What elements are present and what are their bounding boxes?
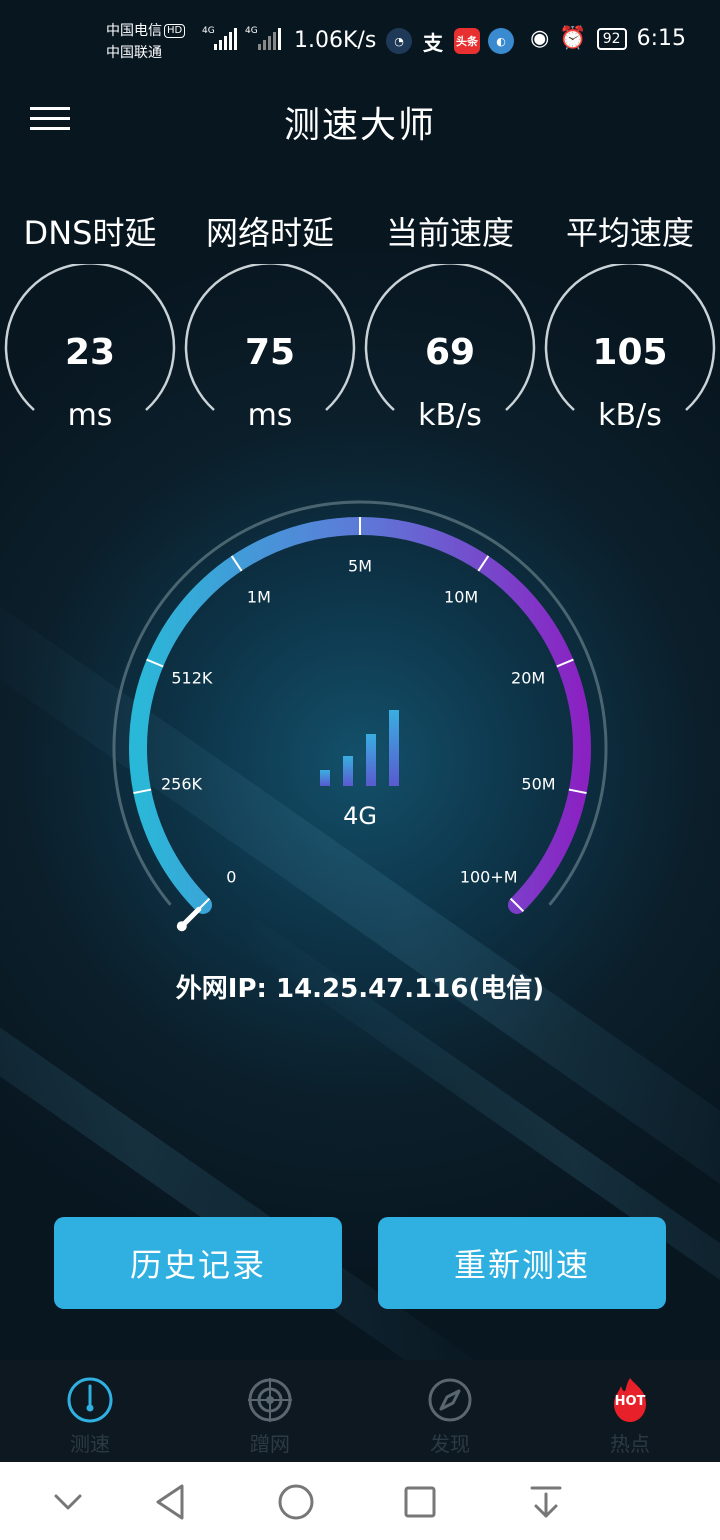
- network-speed: 1.06K/s: [294, 28, 377, 53]
- nav-label-speedtest: 测速: [70, 1432, 110, 1456]
- speedometer-icon: [67, 1377, 113, 1423]
- stat-value: 105: [592, 332, 668, 373]
- speed-gauge: 0 256K 512K 1M 5M 10M 20M 50M 100+M 4G: [0, 480, 720, 940]
- app-gauge-icon: ◔: [386, 28, 412, 54]
- nav-label-hotspot: 热点: [610, 1432, 650, 1456]
- chevron-down-icon[interactable]: [44, 1478, 92, 1526]
- hd-badge: HD: [164, 24, 186, 38]
- compass-icon: [428, 1378, 472, 1422]
- carrier-2: 中国联通: [106, 45, 162, 61]
- gauge-tick-label: 50M: [521, 774, 556, 793]
- external-ip: 外网IP: 14.25.47.116(电信): [175, 974, 545, 1004]
- stat-unit: kB/s: [418, 398, 482, 433]
- hot-badge: HOT: [614, 1394, 646, 1409]
- gauge-tick-label: 1M: [246, 587, 271, 607]
- gauge-tick-label: 100+M: [459, 867, 518, 887]
- eye-icon: ◉: [530, 26, 550, 51]
- stat-value: 75: [244, 332, 296, 373]
- gauge-tick-label: 512K: [171, 668, 213, 688]
- nav-item-hotspot[interactable]: HOT 热点: [570, 1360, 690, 1462]
- system-nav-bar: [0, 1462, 720, 1540]
- crosshair-icon: [248, 1378, 292, 1422]
- battery-indicator: 92: [596, 27, 627, 50]
- gauge-needle-hub: [176, 921, 187, 932]
- signal-bars-icon: [320, 710, 399, 786]
- stat-unit: kB/s: [598, 398, 662, 433]
- gauge-tick-label: 256K: [160, 774, 202, 793]
- history-button[interactable]: 历史记录: [54, 1217, 342, 1309]
- stat-2: 当前速度 69 kB/s: [360, 208, 540, 433]
- back-icon[interactable]: [148, 1478, 196, 1526]
- network-type-label: 4G: [343, 802, 377, 830]
- stat-label: 平均速度: [565, 214, 694, 252]
- notification-icons: ◔ 支 头条 ◐: [386, 28, 514, 55]
- stat-3: 平均速度 105 kB/s: [540, 208, 720, 433]
- bottom-nav: 测速 蹭网 发现 HOT 热点: [0, 1360, 720, 1462]
- stat-label: DNS时延: [23, 214, 157, 252]
- nav-label-discover: 发现: [430, 1432, 470, 1456]
- browser-icon: ◐: [488, 28, 514, 54]
- alarm-icon: ⏰: [559, 26, 587, 51]
- network-type-1: 4G: [202, 26, 215, 36]
- gauge-tick-label: 10M: [444, 587, 479, 607]
- stat-0: DNS时延 23 ms: [0, 208, 180, 433]
- stat-value: 23: [64, 332, 116, 373]
- retest-button[interactable]: 重新测速: [378, 1217, 666, 1309]
- nav-label-wifi: 蹭网: [250, 1432, 290, 1456]
- gauge-tick-label: 20M: [511, 668, 546, 688]
- network-type-2: 4G: [245, 26, 258, 36]
- nav-item-speedtest[interactable]: 测速: [30, 1360, 150, 1462]
- signal-2-icon: [258, 28, 281, 50]
- stat-value: 69: [424, 332, 476, 373]
- status-bar: 中国电信 HD 中国联通 4G 4G 1.06K/s ◔ 支 头条 ◐ ◉ ⏰ 9…: [0, 0, 720, 84]
- page-title: 测速大师: [283, 105, 436, 146]
- nav-item-wifi[interactable]: 蹭网: [210, 1360, 330, 1462]
- alipay-icon: 支: [423, 30, 443, 55]
- carrier-info: 中国电信 HD 中国联通: [106, 20, 186, 64]
- clock: 6:15: [636, 26, 686, 51]
- nav-item-discover[interactable]: 发现: [390, 1360, 510, 1462]
- notification-pulldown-icon[interactable]: [522, 1478, 570, 1526]
- recents-icon[interactable]: [396, 1478, 444, 1526]
- gauge-tick-label: 5M: [348, 556, 372, 576]
- gauge-tick-label: 0: [226, 867, 237, 887]
- carrier-1: 中国电信: [106, 23, 162, 39]
- stat-label: 网络时延: [205, 214, 334, 252]
- stat-label: 当前速度: [385, 214, 514, 252]
- stat-unit: ms: [247, 398, 293, 433]
- signal-1-icon: [214, 28, 237, 50]
- stat-1: 网络时延 75 ms: [180, 208, 360, 433]
- toutiao-icon: 头条: [454, 28, 480, 54]
- stat-unit: ms: [67, 398, 113, 433]
- home-icon[interactable]: [272, 1478, 320, 1526]
- system-status: ◉ ⏰ 92 6:15: [530, 26, 686, 51]
